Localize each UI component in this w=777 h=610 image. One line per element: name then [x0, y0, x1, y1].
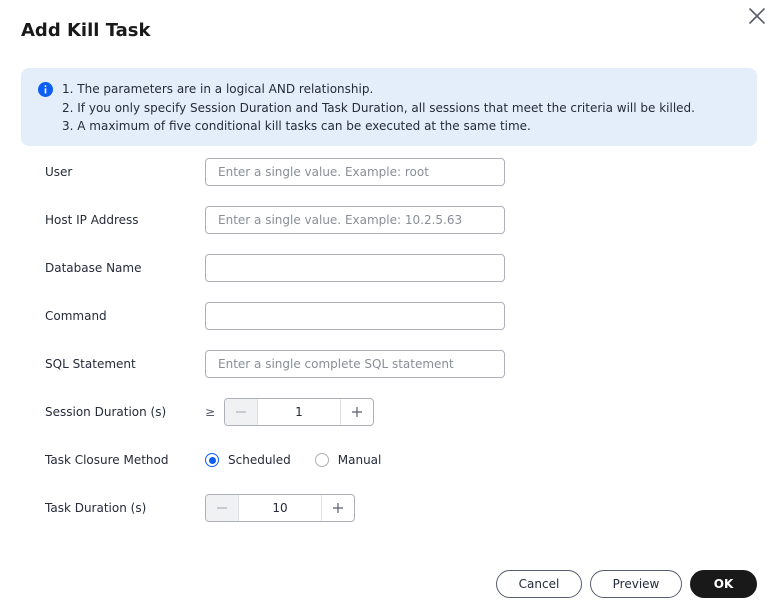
plus-icon [352, 407, 362, 417]
cancel-button[interactable]: Cancel [496, 570, 582, 598]
session-duration-label: Session Duration (s) [45, 405, 167, 419]
task-closure-method-radio-group: Scheduled Manual [205, 446, 405, 474]
radio-scheduled[interactable]: Scheduled [205, 453, 291, 467]
task-duration-stepper: 10 [205, 494, 355, 522]
notice-line: 2. If you only specify Session Duration … [62, 100, 695, 115]
add-kill-task-dialog: Add Kill Task 1. The parameters are in a… [0, 0, 777, 610]
info-icon [38, 82, 53, 97]
radio-unchecked-indicator [314, 453, 329, 467]
dialog-title: Add Kill Task [21, 20, 151, 41]
task-duration-label: Task Duration (s) [45, 501, 147, 515]
radio-checked-indicator [205, 453, 219, 467]
sql-statement-label: SQL Statement [45, 357, 136, 371]
user-input[interactable] [205, 158, 505, 186]
close-icon[interactable] [747, 6, 767, 26]
minus-icon [217, 507, 227, 509]
task-duration-decrement-button[interactable] [206, 495, 239, 521]
host-ip-input[interactable] [205, 206, 505, 234]
radio-scheduled-label: Scheduled [228, 453, 291, 467]
sql-statement-row: SQL Statement [45, 350, 745, 378]
database-name-input[interactable] [205, 254, 505, 282]
task-duration-increment-button[interactable] [321, 495, 354, 521]
user-row: User [45, 158, 745, 186]
notice-text: 1. The parameters are in a logical AND r… [62, 80, 695, 136]
task-duration-value[interactable]: 10 [239, 495, 321, 521]
database-name-label: Database Name [45, 261, 142, 275]
task-closure-method-row: Task Closure Method Scheduled Manual [45, 446, 745, 474]
command-input[interactable] [205, 302, 505, 330]
ok-button[interactable]: OK [690, 570, 757, 598]
command-row: Command [45, 302, 745, 330]
preview-button[interactable]: Preview [590, 570, 682, 598]
database-name-row: Database Name [45, 254, 745, 282]
task-closure-method-label: Task Closure Method [45, 453, 169, 467]
session-duration-increment-button[interactable] [340, 399, 373, 425]
session-duration-value[interactable]: 1 [258, 399, 340, 425]
session-duration-stepper: 1 [224, 398, 374, 426]
command-label: Command [45, 309, 107, 323]
notice-line: 1. The parameters are in a logical AND r… [62, 82, 374, 96]
session-duration-row: Session Duration (s) ≥ 1 [45, 398, 745, 426]
host-ip-row: Host IP Address [45, 206, 745, 234]
sql-statement-input[interactable] [205, 350, 505, 378]
task-duration-row: Task Duration (s) 10 [45, 494, 745, 522]
greater-equal-operator: ≥ [205, 405, 216, 419]
notice-banner: 1. The parameters are in a logical AND r… [21, 68, 757, 146]
session-duration-decrement-button[interactable] [225, 399, 258, 425]
radio-manual-label: Manual [337, 453, 382, 467]
radio-manual[interactable]: Manual [314, 453, 382, 467]
user-label: User [45, 165, 73, 179]
notice-line: 3. A maximum of five conditional kill ta… [62, 119, 531, 133]
plus-icon [333, 503, 343, 513]
minus-icon [236, 411, 246, 413]
host-ip-label: Host IP Address [45, 213, 139, 227]
